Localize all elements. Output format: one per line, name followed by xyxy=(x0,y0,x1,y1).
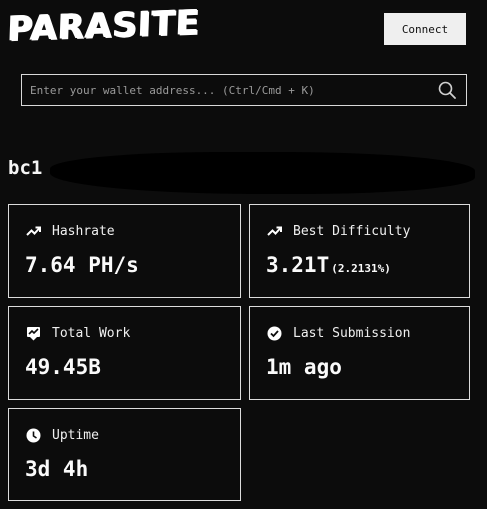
total-work-value: 49.45B xyxy=(25,355,101,379)
chart-badge-icon xyxy=(25,325,41,341)
best-difficulty-percent: (2.2131%) xyxy=(331,262,391,275)
uptime-header: Uptime xyxy=(25,427,99,443)
hashrate-header: Hashrate xyxy=(25,223,115,239)
address-redaction xyxy=(50,152,475,194)
total-work-card: Total Work 49.45B xyxy=(8,306,241,400)
best-difficulty-header: Best Difficulty xyxy=(266,223,410,239)
best-difficulty-main: 3.21T xyxy=(266,253,330,277)
logo: PARASITE xyxy=(7,2,202,50)
best-difficulty-label: Best Difficulty xyxy=(293,223,411,239)
uptime-value: 3d 4h xyxy=(25,457,89,481)
hashrate-value: 7.64 PH/s xyxy=(25,253,139,277)
total-work-header: Total Work xyxy=(25,325,130,341)
wallet-search xyxy=(21,74,467,106)
wallet-address-input[interactable] xyxy=(22,74,432,106)
total-work-label: Total Work xyxy=(52,325,131,341)
best-difficulty-value: 3.21T (2.2131%) xyxy=(266,253,391,277)
last-submission-value: 1m ago xyxy=(266,355,342,379)
last-submission-label: Last Submission xyxy=(293,325,411,341)
uptime-label: Uptime xyxy=(52,427,99,443)
trending-up-icon xyxy=(266,223,282,239)
connect-button[interactable]: Connect xyxy=(384,13,466,45)
last-submission-card: Last Submission 1m ago xyxy=(249,306,470,400)
uptime-card: Uptime 3d 4h xyxy=(8,408,241,501)
hashrate-card: Hashrate 7.64 PH/s xyxy=(8,204,241,298)
hashrate-label: Hashrate xyxy=(52,223,115,239)
search-icon[interactable] xyxy=(432,75,462,105)
best-difficulty-card: Best Difficulty 3.21T (2.2131%) xyxy=(249,204,470,298)
last-submission-header: Last Submission xyxy=(266,325,410,341)
page: PARASITE Connect bc1 Hashrate 7.64 PH/s xyxy=(0,0,487,509)
trending-up-icon xyxy=(25,223,41,239)
clock-icon xyxy=(25,427,41,443)
wallet-address: bc1 xyxy=(8,157,43,179)
check-circle-icon xyxy=(266,325,282,341)
